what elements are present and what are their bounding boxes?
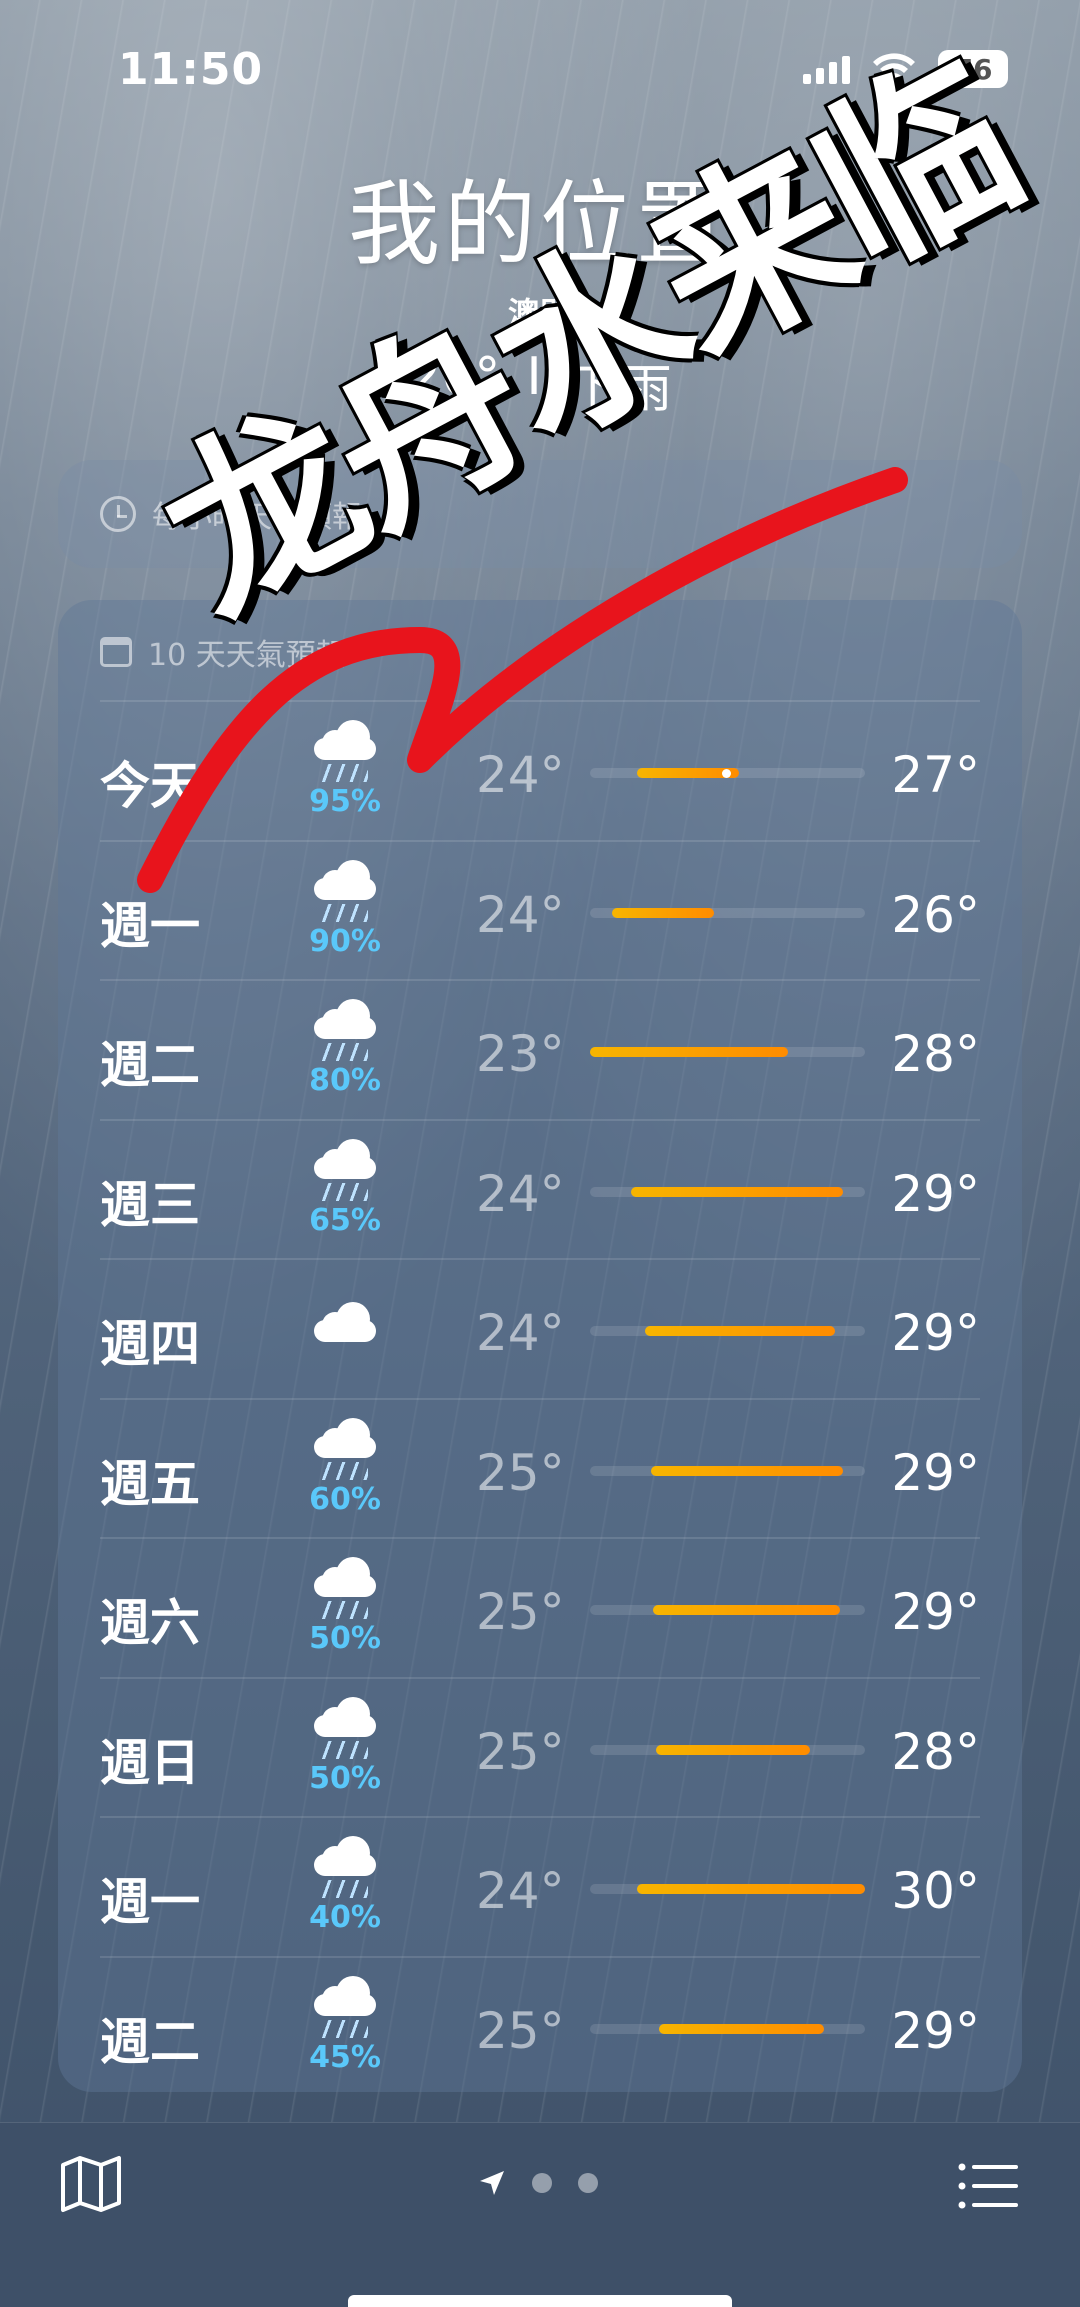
rain-cloud-icon: 65% [300,1138,390,1239]
precip-chance: 65% [309,1202,381,1238]
location-arrow-icon [480,2171,504,2195]
daily-forecast-list: 今天 95% 24° 27° 週一 90% 24° 26° 週二 80% 23° 28° 週三 65% 24… [100,700,980,2095]
forecast-day: 週三 [100,1175,200,1234]
forecast-day: 週四 [100,1315,200,1373]
temp-range-bar [653,1605,841,1615]
precip-chance: 60% [309,1481,381,1517]
forecast-day: 週日 [100,1733,200,1792]
low-temp: 24° [476,885,565,944]
low-temp: 24° [476,746,565,804]
rain-cloud-icon: 80% [300,999,390,1099]
current-temp-dot [722,769,731,778]
rain-cloud-icon: 40% [300,1836,390,1936]
forecast-day: 週五 [100,1454,200,1513]
rain-cloud-icon: 60% [300,1417,390,1518]
temp-range-track [590,1605,865,1615]
low-temp: 25° [476,1722,565,1781]
low-temp: 24° [476,1862,565,1920]
forecast-row[interactable]: 週四 24° 29° [100,1258,980,1398]
clock-icon [100,496,136,532]
temp-range-track [590,1186,865,1197]
daily-forecast-label: 10 天天氣預報 [100,630,346,674]
low-temp: 24° [476,1304,565,1362]
temp-range-track [590,1326,865,1336]
cloud-icon [300,1278,390,1378]
forecast-row[interactable]: 週一 40% 24° 30° [100,1816,980,1956]
temp-range-bar [590,1047,788,1057]
temp-range-bar [636,1884,865,1894]
rain-cloud-icon: 45% [300,1975,390,2076]
low-temp: 23° [476,1025,565,1083]
forecast-row[interactable]: 週六 50% 25° 29° [100,1537,980,1677]
status-time: 11:50 [118,44,264,95]
temp-range-track [590,1744,865,1755]
high-temp: 29° [891,1583,980,1641]
temp-range-track [590,768,865,778]
temp-range-bar [631,1186,843,1197]
home-indicator [348,2295,732,2307]
temp-range-track [590,2023,865,2034]
forecast-row[interactable]: 週二 45% 25° 29° [100,1955,980,2096]
temp-range-track [590,1047,865,1057]
temp-range-bar [656,1744,810,1755]
heavy-rain-cloud-icon: 90% [300,859,390,960]
low-temp: 24° [476,1164,565,1223]
precip-chance: 90% [309,923,381,959]
forecast-row[interactable]: 週五 60% 25° 29° [100,1397,980,1538]
high-temp: 29° [891,1443,980,1502]
rain-cloud-icon: 95% [300,720,390,820]
temp-range-track [590,1465,865,1476]
low-temp: 25° [476,1583,565,1641]
temp-range-bar [612,907,714,918]
forecast-row[interactable]: 週日 50% 25° 28° [100,1676,980,1817]
list-icon[interactable] [958,2163,1018,2209]
page-indicator[interactable] [478,2169,598,2197]
precip-chance: 40% [309,1900,381,1935]
high-temp: 26° [891,885,980,944]
rain-cloud-icon: 50% [300,1557,390,1657]
forecast-day: 今天 [100,757,200,815]
forecast-day: 週一 [100,1873,200,1931]
low-temp: 25° [476,1443,565,1502]
forecast-row[interactable]: 週三 65% 24° 29° [100,1118,980,1259]
forecast-day: 週一 [100,896,200,955]
precip-chance: 45% [309,2039,381,2075]
map-icon[interactable] [60,2155,122,2213]
temp-range-bar [658,2023,824,2034]
high-temp: 27° [891,746,980,804]
bottom-toolbar [0,2122,1080,2307]
high-temp: 28° [891,1722,980,1781]
forecast-day: 週二 [100,1036,200,1094]
precip-chance: 50% [309,1760,381,1796]
precip-chance: 50% [309,1621,381,1656]
page-dot [532,2173,552,2193]
forecast-row[interactable]: 週二 80% 23° 28° [100,979,980,1119]
low-temp: 25° [476,2001,565,2060]
high-temp: 28° [891,1025,980,1083]
high-temp: 29° [891,2001,980,2060]
high-temp: 29° [891,1164,980,1223]
temp-range-track [590,907,865,918]
forecast-row[interactable]: 週一 90% 24° 26° [100,839,980,980]
calendar-icon [100,637,132,667]
forecast-day: 週六 [100,1594,200,1652]
high-temp: 30° [891,1862,980,1920]
temp-range-track [590,1884,865,1894]
page-dot [578,2173,598,2193]
forecast-day: 週二 [100,2012,200,2071]
forecast-row[interactable]: 今天 95% 24° 27° [100,700,980,840]
precip-chance: 80% [309,1063,381,1098]
temp-range-bar [645,1326,835,1336]
precip-chance: 95% [309,784,381,819]
temp-range-bar [650,1465,843,1476]
high-temp: 29° [891,1304,980,1362]
rain-cloud-icon: 50% [300,1696,390,1797]
